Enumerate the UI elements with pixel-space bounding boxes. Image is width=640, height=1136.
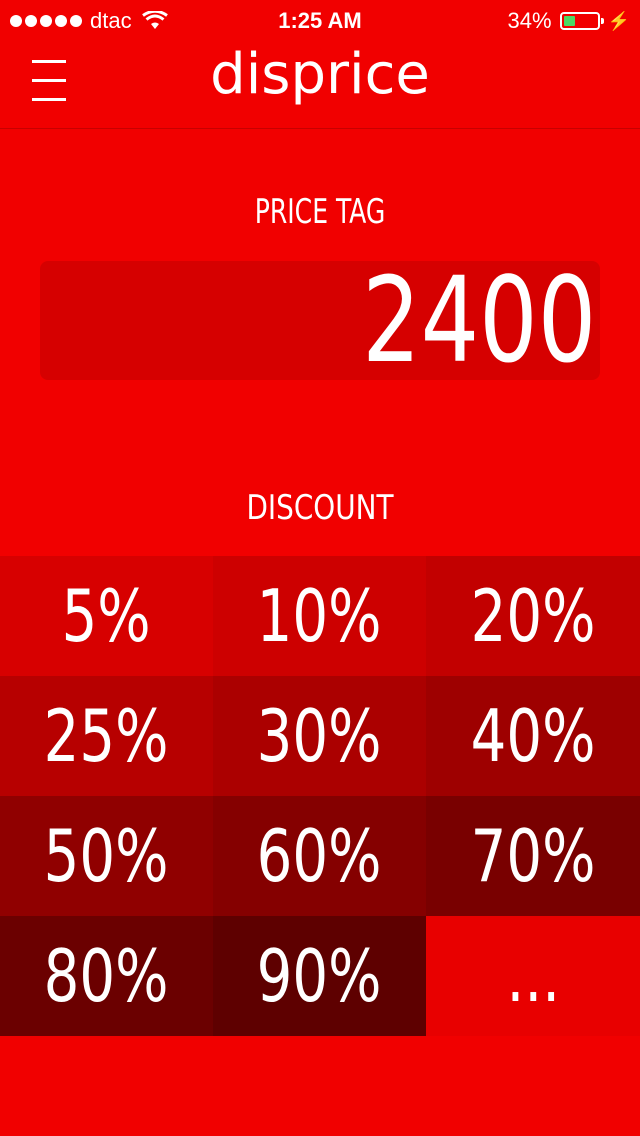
discount-button-60[interactable]: 60%	[213, 796, 426, 916]
discount-button-more[interactable]: ...	[426, 916, 640, 1036]
battery-icon	[559, 12, 604, 30]
battery-status: 34% ⚡	[508, 8, 630, 34]
discount-grid: 5% 10% 20% 25% 30% 40% 50% 60% 70% 80% 9…	[0, 556, 640, 1036]
discount-button-70[interactable]: 70%	[426, 796, 640, 916]
price-value: 2400	[361, 251, 596, 389]
price-tag-label: PRICE TAG	[254, 192, 386, 232]
discount-button-90[interactable]: 90%	[213, 916, 426, 1036]
discount-label: DISCOUNT	[246, 488, 394, 528]
discount-button-30[interactable]: 30%	[213, 676, 426, 796]
charging-bolt-icon: ⚡	[607, 10, 630, 31]
app-logo: disprice	[210, 42, 430, 107]
battery-percent: 34%	[507, 8, 552, 33]
discount-button-40[interactable]: 40%	[426, 676, 640, 796]
discount-button-5[interactable]: 5%	[0, 556, 213, 676]
price-input[interactable]: 2400	[40, 255, 600, 385]
status-bar: dtac 1:25 AM 34% ⚡	[0, 0, 640, 40]
discount-button-20[interactable]: 20%	[426, 556, 640, 676]
discount-button-25[interactable]: 25%	[0, 676, 213, 796]
discount-button-80[interactable]: 80%	[0, 916, 213, 1036]
discount-button-10[interactable]: 10%	[213, 556, 426, 676]
nav-bar: disprice	[0, 40, 640, 129]
discount-button-50[interactable]: 50%	[0, 796, 213, 916]
